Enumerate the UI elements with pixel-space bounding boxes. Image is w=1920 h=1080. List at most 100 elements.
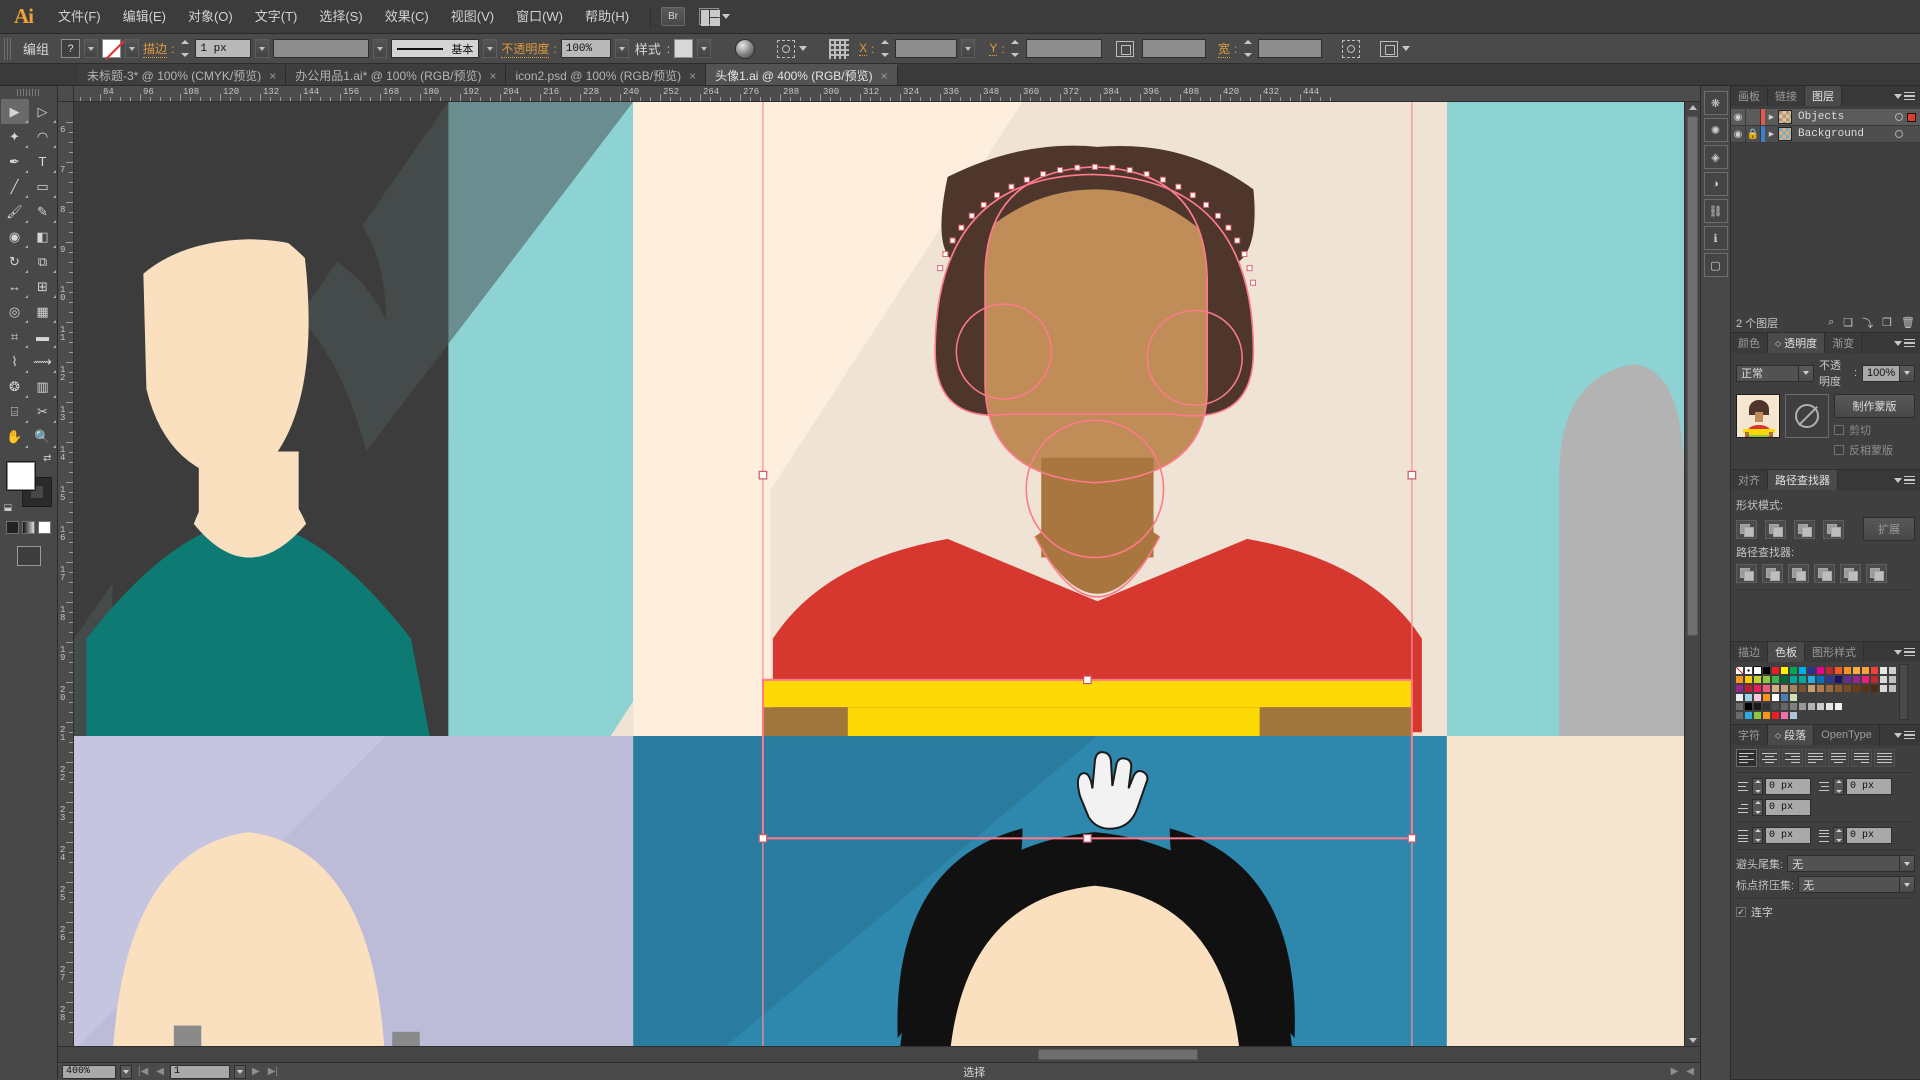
fill-swatch[interactable]: ?	[61, 39, 81, 58]
dock-links-icon[interactable]: ⛓	[1703, 199, 1728, 223]
space-before-stepper[interactable]	[1752, 827, 1763, 844]
align-center-button[interactable]	[1759, 749, 1780, 767]
hyphenate-checkbox[interactable]: 连字	[1736, 904, 1915, 920]
direct-selection-tool[interactable]: ▷	[29, 99, 57, 124]
first-line-indent-field[interactable]: 0 px	[1765, 799, 1811, 816]
transparency-thumbnail[interactable]	[1736, 394, 1780, 438]
swatch-cell[interactable]	[1807, 666, 1816, 675]
x-field[interactable]	[895, 39, 958, 58]
swatch-cell[interactable]	[1762, 684, 1771, 693]
eraser-tool[interactable]: ◧	[29, 224, 57, 249]
swatch-cell[interactable]	[1852, 666, 1861, 675]
screen-mode-button[interactable]	[16, 546, 41, 566]
swatch-cell[interactable]	[1825, 684, 1834, 693]
left-indent-stepper[interactable]	[1752, 778, 1763, 795]
w-label[interactable]: 宽	[1217, 40, 1230, 58]
dock-symbols-icon[interactable]: ✺	[1703, 118, 1728, 142]
swatch-cell[interactable]	[1780, 675, 1789, 684]
swatch-cell[interactable]	[1825, 675, 1834, 684]
swatch-cell[interactable]	[1753, 666, 1762, 675]
swatch-cell[interactable]	[1843, 675, 1852, 684]
selection-tool[interactable]: ▶	[0, 99, 29, 124]
opacity-field[interactable]: 100%	[560, 39, 611, 58]
swatch-cell[interactable]	[1834, 702, 1843, 711]
swatch-cell[interactable]	[1861, 666, 1870, 675]
swatch-cell[interactable]	[1789, 702, 1798, 711]
blend-mode-select[interactable]: 正常	[1736, 364, 1814, 382]
swatch-cell[interactable]	[1753, 711, 1762, 720]
target-circle-icon[interactable]	[1895, 130, 1903, 138]
tab-graphic-styles[interactable]: 图形样式	[1805, 642, 1864, 662]
panel-menu-icon[interactable]	[1894, 86, 1920, 106]
swatch-cell[interactable]	[1780, 702, 1789, 711]
tools-panel-grip[interactable]	[16, 89, 41, 96]
y-label[interactable]: Y	[989, 41, 998, 56]
stroke-weight-stepper[interactable]	[178, 39, 191, 58]
swatch-cell[interactable]	[1816, 711, 1825, 720]
swatch-cell[interactable]	[1789, 675, 1798, 684]
swatch-cell[interactable]	[1771, 666, 1780, 675]
new-layer-icon[interactable]: ❐	[1882, 316, 1892, 329]
swatch-cell[interactable]	[1798, 702, 1807, 711]
width-tool[interactable]: ↔	[1, 274, 29, 299]
divide-button[interactable]	[1736, 564, 1757, 583]
swatch-cell[interactable]	[1789, 711, 1798, 720]
doc-tab-3[interactable]: icon2.psd @ 100% (RGB/预览) ×	[506, 64, 707, 85]
menu-type[interactable]: 文字(T)	[244, 0, 309, 34]
dock-appearance-icon[interactable]: ◑	[1703, 172, 1728, 196]
swatch-cell[interactable]	[1735, 666, 1744, 675]
zoom-tool[interactable]: 🔍	[29, 424, 57, 449]
visibility-eye-icon[interactable]: ◉	[1731, 126, 1746, 142]
y-stepper[interactable]	[1009, 39, 1022, 58]
tab-align[interactable]: 对齐	[1731, 470, 1768, 490]
blend-tool[interactable]: ⟿	[29, 349, 57, 374]
swatch-cell[interactable]	[1798, 711, 1807, 720]
lock-icon[interactable]: 🔒	[1746, 126, 1761, 142]
reference-point-icon[interactable]	[829, 38, 850, 59]
graphic-style-dropdown[interactable]	[697, 39, 712, 58]
right-indent-stepper[interactable]	[1833, 778, 1844, 795]
minus-front-button[interactable]	[1765, 519, 1786, 539]
swatch-cell[interactable]	[1816, 675, 1825, 684]
x-dropdown[interactable]	[961, 39, 976, 58]
swatch-cell[interactable]	[1771, 684, 1780, 693]
tab-layers[interactable]: 图层	[1805, 86, 1842, 106]
constrain-icon[interactable]	[1115, 40, 1134, 57]
x-stepper[interactable]	[878, 39, 891, 58]
rectangle-tool[interactable]: ▭	[29, 174, 57, 199]
swatch-cell[interactable]	[1861, 675, 1870, 684]
swatch-cell[interactable]	[1735, 711, 1744, 720]
swatch-cell[interactable]	[1807, 702, 1816, 711]
tab-opentype[interactable]: OpenType	[1814, 725, 1880, 745]
h-stepper[interactable]	[1241, 39, 1254, 58]
arrange-documents-button[interactable]	[699, 8, 731, 26]
page-number-field[interactable]: 1	[170, 1064, 230, 1079]
vertical-ruler[interactable]: 6 7 8 9 10 11 12 13 14 15 16 17 18 19 20 21 22 23 24 25 26 27…	[58, 102, 74, 1046]
swatch-cell[interactable]	[1870, 684, 1879, 693]
merge-button[interactable]	[1788, 564, 1809, 583]
swatch-cell[interactable]	[1789, 684, 1798, 693]
x-label[interactable]: X	[859, 41, 868, 56]
fill-color-box[interactable]	[5, 461, 36, 491]
punct-chevron-icon[interactable]	[1900, 876, 1915, 893]
default-fill-stroke-icon[interactable]: ⬓	[4, 502, 13, 513]
swatch-cell[interactable]	[1771, 702, 1780, 711]
width-field[interactable]	[1141, 39, 1206, 58]
magic-wand-tool[interactable]: ✦	[1, 124, 29, 149]
space-after-field[interactable]: 0 px	[1846, 827, 1892, 844]
rotate-tool[interactable]: ↻	[1, 249, 29, 274]
color-mode-color[interactable]	[6, 521, 19, 534]
swatch-cell[interactable]	[1753, 693, 1762, 702]
brush-dropdown[interactable]	[483, 39, 498, 58]
transform-icon[interactable]	[777, 39, 796, 58]
swatch-cell[interactable]	[1852, 684, 1861, 693]
swatch-cell[interactable]	[1735, 675, 1744, 684]
line-tool[interactable]: ╱	[1, 174, 29, 199]
swatch-cell[interactable]	[1834, 693, 1843, 702]
swatch-cell[interactable]	[1852, 675, 1861, 684]
tab-pathfinder[interactable]: 路径查找器	[1768, 470, 1838, 490]
column-graph-tool[interactable]: ▥	[29, 374, 57, 399]
swatch-cell[interactable]	[1879, 702, 1888, 711]
menu-view[interactable]: 视图(V)	[440, 0, 505, 34]
first-page-icon[interactable]: |◀	[136, 1066, 150, 1077]
